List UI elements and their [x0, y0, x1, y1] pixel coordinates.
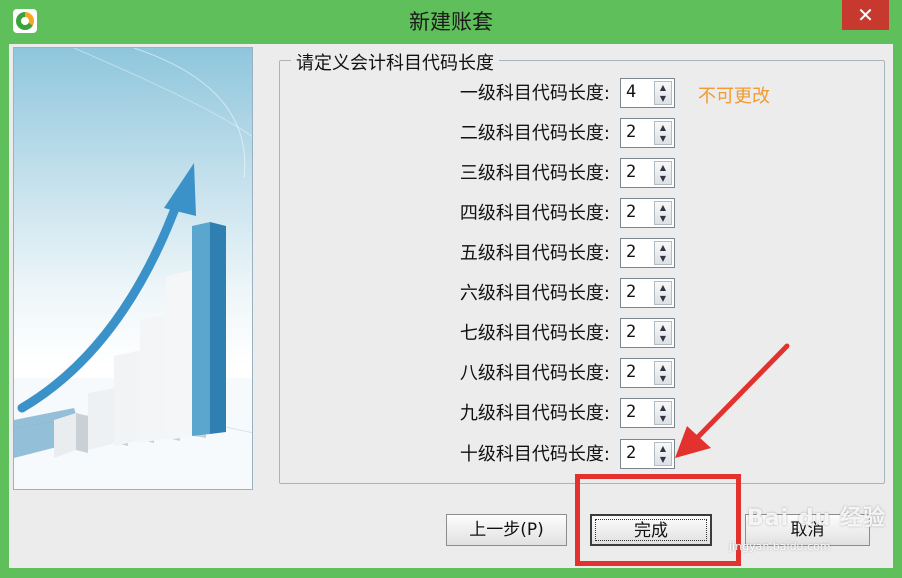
- level-1-label: 一级科目代码长度:: [459, 83, 610, 104]
- spin-down-icon[interactable]: ▼: [655, 253, 671, 264]
- groupbox-title: 请定义会计科目代码长度: [291, 49, 499, 75]
- level-5-spinner[interactable]: 2 ▲ ▼: [620, 238, 675, 268]
- illustration-graphic: [14, 48, 252, 489]
- close-icon: ✕: [857, 3, 874, 27]
- level-6-label: 六级科目代码长度:: [459, 283, 610, 304]
- level-10-value[interactable]: 2: [626, 440, 636, 468]
- spin-up-icon[interactable]: ▲: [655, 322, 671, 333]
- watermark-url: jingyan.baidu.com: [729, 540, 831, 553]
- annotation-arrow-icon: [675, 343, 790, 458]
- level-9-spinner[interactable]: 2 ▲ ▼: [620, 398, 675, 428]
- spin-down-icon[interactable]: ▼: [655, 213, 671, 224]
- level-9-value[interactable]: 2: [626, 399, 636, 427]
- level-8-value[interactable]: 2: [626, 359, 636, 387]
- focus-ring: [595, 519, 707, 541]
- spin-up-icon[interactable]: ▲: [655, 202, 671, 213]
- level-7-value[interactable]: 2: [626, 319, 636, 347]
- level-4-spinner[interactable]: 2 ▲ ▼: [620, 198, 675, 228]
- spin-up-icon[interactable]: ▲: [655, 282, 671, 293]
- level-1-value[interactable]: 4: [626, 79, 636, 107]
- level-4-value[interactable]: 2: [626, 199, 636, 227]
- read-only-note: 不可更改: [698, 86, 770, 107]
- level-5-label: 五级科目代码长度:: [459, 243, 610, 264]
- prev-step-button[interactable]: 上一步(P): [446, 514, 567, 546]
- level-2-value[interactable]: 2: [626, 119, 636, 147]
- level-4-label: 四级科目代码长度:: [459, 203, 610, 224]
- level-2-spinner[interactable]: 2 ▲ ▼: [620, 118, 675, 148]
- level-10-spinner[interactable]: 2 ▲ ▼: [620, 439, 675, 469]
- new-account-set-window: 新建账套 ✕ 请定义会计科目代码长度 不可更改 一级科目代码长度: 4 ▲ ▼ …: [0, 0, 902, 578]
- level-2-label: 二级科目代码长度:: [459, 123, 610, 144]
- level-6-value[interactable]: 2: [626, 279, 636, 307]
- level-8-spinner[interactable]: 2 ▲ ▼: [620, 358, 675, 388]
- spin-down-icon[interactable]: ▼: [655, 293, 671, 304]
- spin-up-icon[interactable]: ▲: [655, 242, 671, 253]
- level-5-value[interactable]: 2: [626, 239, 636, 267]
- level-6-spinner[interactable]: 2 ▲ ▼: [620, 278, 675, 308]
- level-10-label: 十级科目代码长度:: [459, 444, 610, 465]
- level-7-label: 七级科目代码长度:: [459, 323, 610, 344]
- watermark-text: Bai du 经验: [747, 506, 886, 531]
- level-3-value[interactable]: 2: [626, 159, 636, 187]
- level-3-spinner[interactable]: 2 ▲ ▼: [620, 158, 675, 188]
- level-7-spinner[interactable]: 2 ▲ ▼: [620, 318, 675, 348]
- spin-down-icon[interactable]: ▼: [655, 133, 671, 144]
- level-9-label: 九级科目代码长度:: [459, 403, 610, 424]
- level-8-label: 八级科目代码长度:: [459, 363, 610, 384]
- spin-up-icon[interactable]: ▲: [655, 122, 671, 133]
- title-bar[interactable]: 新建账套 ✕: [0, 0, 902, 44]
- growth-chart-illustration: [13, 47, 253, 490]
- level-1-spinner[interactable]: 4 ▲ ▼: [620, 78, 675, 108]
- dialog-body: 请定义会计科目代码长度 不可更改 一级科目代码长度: 4 ▲ ▼ 二级科目代码长度…: [9, 44, 893, 568]
- window-title: 新建账套: [409, 10, 493, 34]
- spin-up-icon[interactable]: ▲: [655, 162, 671, 173]
- level-3-label: 三级科目代码长度:: [459, 163, 610, 184]
- close-button[interactable]: ✕: [842, 0, 889, 30]
- spin-up-icon[interactable]: ▲: [655, 82, 671, 93]
- spin-down-icon[interactable]: ▼: [655, 93, 671, 104]
- finish-button[interactable]: 完成: [590, 514, 712, 546]
- spin-down-icon[interactable]: ▼: [655, 173, 671, 184]
